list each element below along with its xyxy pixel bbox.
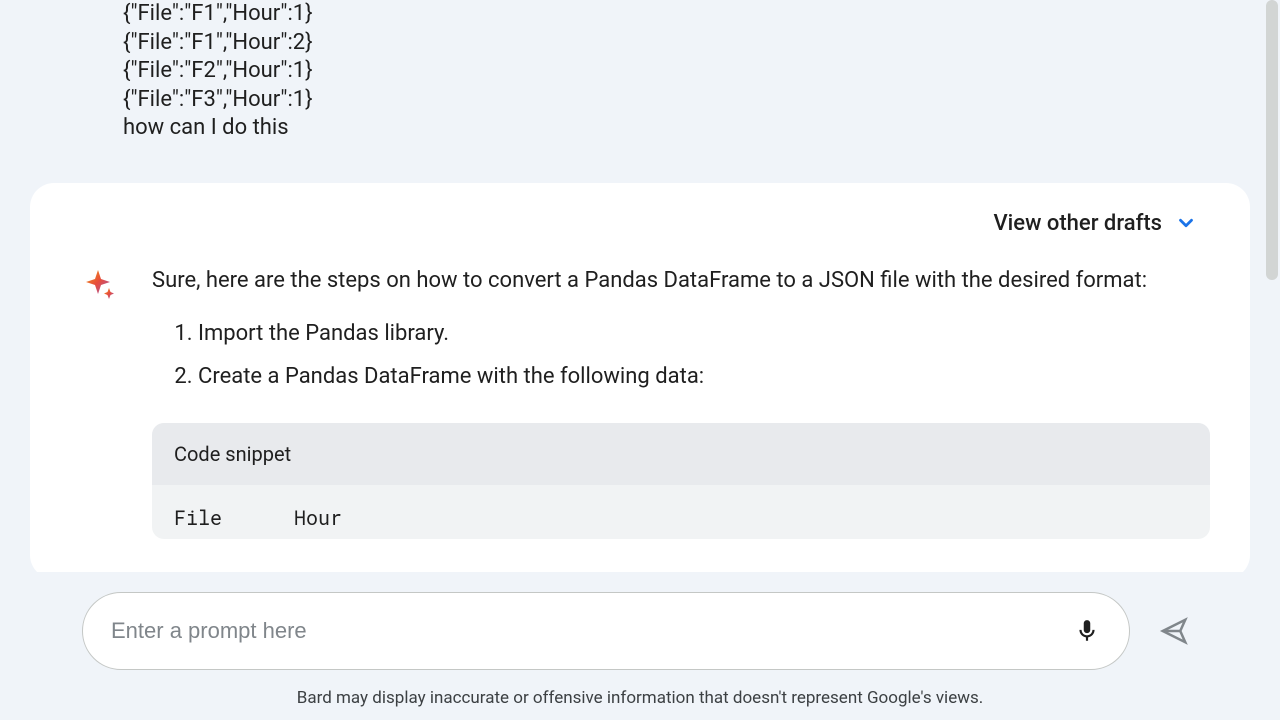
user-line: {"File":"F1","Hour":2} [123,29,1280,58]
spark-icon [84,268,116,300]
response-card: View other drafts [30,183,1250,579]
input-bar: Bard may display inaccurate or offensive… [0,572,1280,720]
drafts-row: View other drafts [84,211,1210,236]
steps-list: Import the Pandas library. Create a Pand… [152,317,1210,393]
view-drafts-button[interactable]: View other drafts [993,211,1198,236]
drafts-label: View other drafts [993,211,1162,236]
scrollbar-thumb[interactable] [1266,0,1278,280]
response-text: Sure, here are the steps on how to conve… [152,264,1210,539]
user-line: {"File":"F1","Hour":1} [123,0,1280,29]
chevron-down-icon [1174,211,1198,235]
user-line: how can I do this [123,114,1280,143]
user-message: {"File":"F1","Hour":1} {"File":"F1","Hou… [0,0,1280,143]
step-item: Create a Pandas DataFrame with the follo… [198,360,1210,393]
code-content: File Hour [152,485,1210,539]
code-block: Code snippet File Hour [152,423,1210,539]
code-header: Code snippet [152,423,1210,485]
disclaimer-text: Bard may display inaccurate or offensive… [82,688,1198,708]
step-item: Import the Pandas library. [198,317,1210,350]
send-icon [1159,616,1189,646]
mic-button[interactable] [1063,607,1111,655]
mic-icon [1074,618,1100,644]
prompt-pill [82,592,1130,670]
response-intro: Sure, here are the steps on how to conve… [152,264,1210,297]
send-button[interactable] [1150,607,1198,655]
response-body: Sure, here are the steps on how to conve… [84,264,1210,539]
user-line: {"File":"F2","Hour":1} [123,57,1280,86]
user-line: {"File":"F3","Hour":1} [123,86,1280,115]
prompt-input[interactable] [111,618,1063,644]
